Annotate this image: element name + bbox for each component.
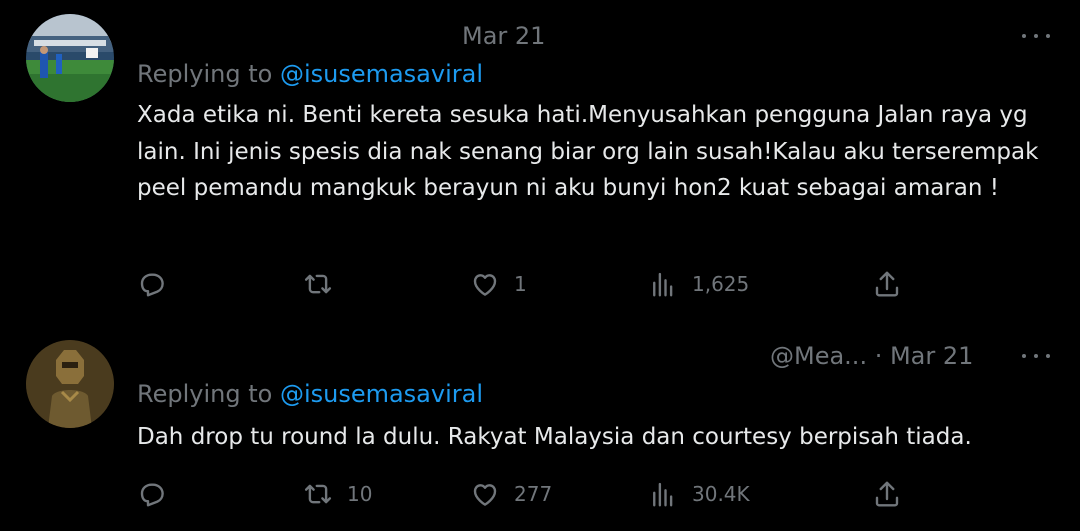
tweet-text: Dah drop tu round la dulu. Rakyat Malays… xyxy=(137,424,972,450)
tweet-text: Xada etika ni. Benti kereta sesuka hati.… xyxy=(137,102,1039,201)
tweet[interactable]: @Mea... · Mar 21 Replying to @isusemasav… xyxy=(0,320,1080,531)
tweet-handle-date[interactable]: @Mea... · Mar 21 xyxy=(770,342,973,370)
views-icon xyxy=(653,272,673,297)
tweet-date[interactable]: Mar 21 xyxy=(462,22,545,50)
views-button[interactable]: 1,625 xyxy=(648,264,749,304)
reply-button[interactable] xyxy=(137,264,181,304)
share-button[interactable] xyxy=(872,474,902,514)
share-icon xyxy=(875,271,899,297)
like-icon xyxy=(473,274,497,296)
views-count: 30.4K xyxy=(692,482,750,506)
views-count: 1,625 xyxy=(692,272,750,296)
like-count: 1 xyxy=(514,272,527,296)
share-button[interactable] xyxy=(872,264,902,304)
like-icon xyxy=(473,484,497,506)
stadium-photo-avatar xyxy=(26,14,114,102)
views-button[interactable]: 30.4K xyxy=(648,474,750,514)
retweet-count: 10 xyxy=(347,482,373,506)
replying-prefix: Replying to xyxy=(137,380,280,408)
more-icon[interactable] xyxy=(1022,31,1052,41)
replying-to: Replying to @isusemasaviral xyxy=(137,60,483,88)
retweet-button[interactable] xyxy=(303,264,347,304)
share-icon xyxy=(875,481,899,507)
views-icon xyxy=(653,482,673,507)
tweet-actions: 10 277 30.4K xyxy=(0,474,1080,514)
tweet-actions: 1 1,625 xyxy=(0,264,1080,304)
like-button[interactable]: 1 xyxy=(470,264,527,304)
retweet-icon xyxy=(304,484,332,504)
reply-button[interactable] xyxy=(137,474,181,514)
replying-to: Replying to @isusemasaviral xyxy=(137,380,483,408)
like-count: 277 xyxy=(514,482,553,506)
reply-icon xyxy=(140,483,164,507)
like-button[interactable]: 277 xyxy=(470,474,552,514)
more-icon[interactable] xyxy=(1022,351,1052,361)
retweet-icon xyxy=(304,274,332,294)
avatar[interactable] xyxy=(26,14,114,102)
retweet-button[interactable]: 10 xyxy=(303,474,372,514)
reply-icon xyxy=(140,273,164,297)
replying-prefix: Replying to xyxy=(137,60,280,88)
statue-photo-avatar xyxy=(26,340,114,428)
replying-handle-link[interactable]: @isusemasaviral xyxy=(280,60,483,88)
replying-handle-link[interactable]: @isusemasaviral xyxy=(280,380,483,408)
tweet[interactable]: Mar 21 Replying to @isusemasaviral Xada … xyxy=(0,0,1080,320)
avatar[interactable] xyxy=(26,340,114,428)
